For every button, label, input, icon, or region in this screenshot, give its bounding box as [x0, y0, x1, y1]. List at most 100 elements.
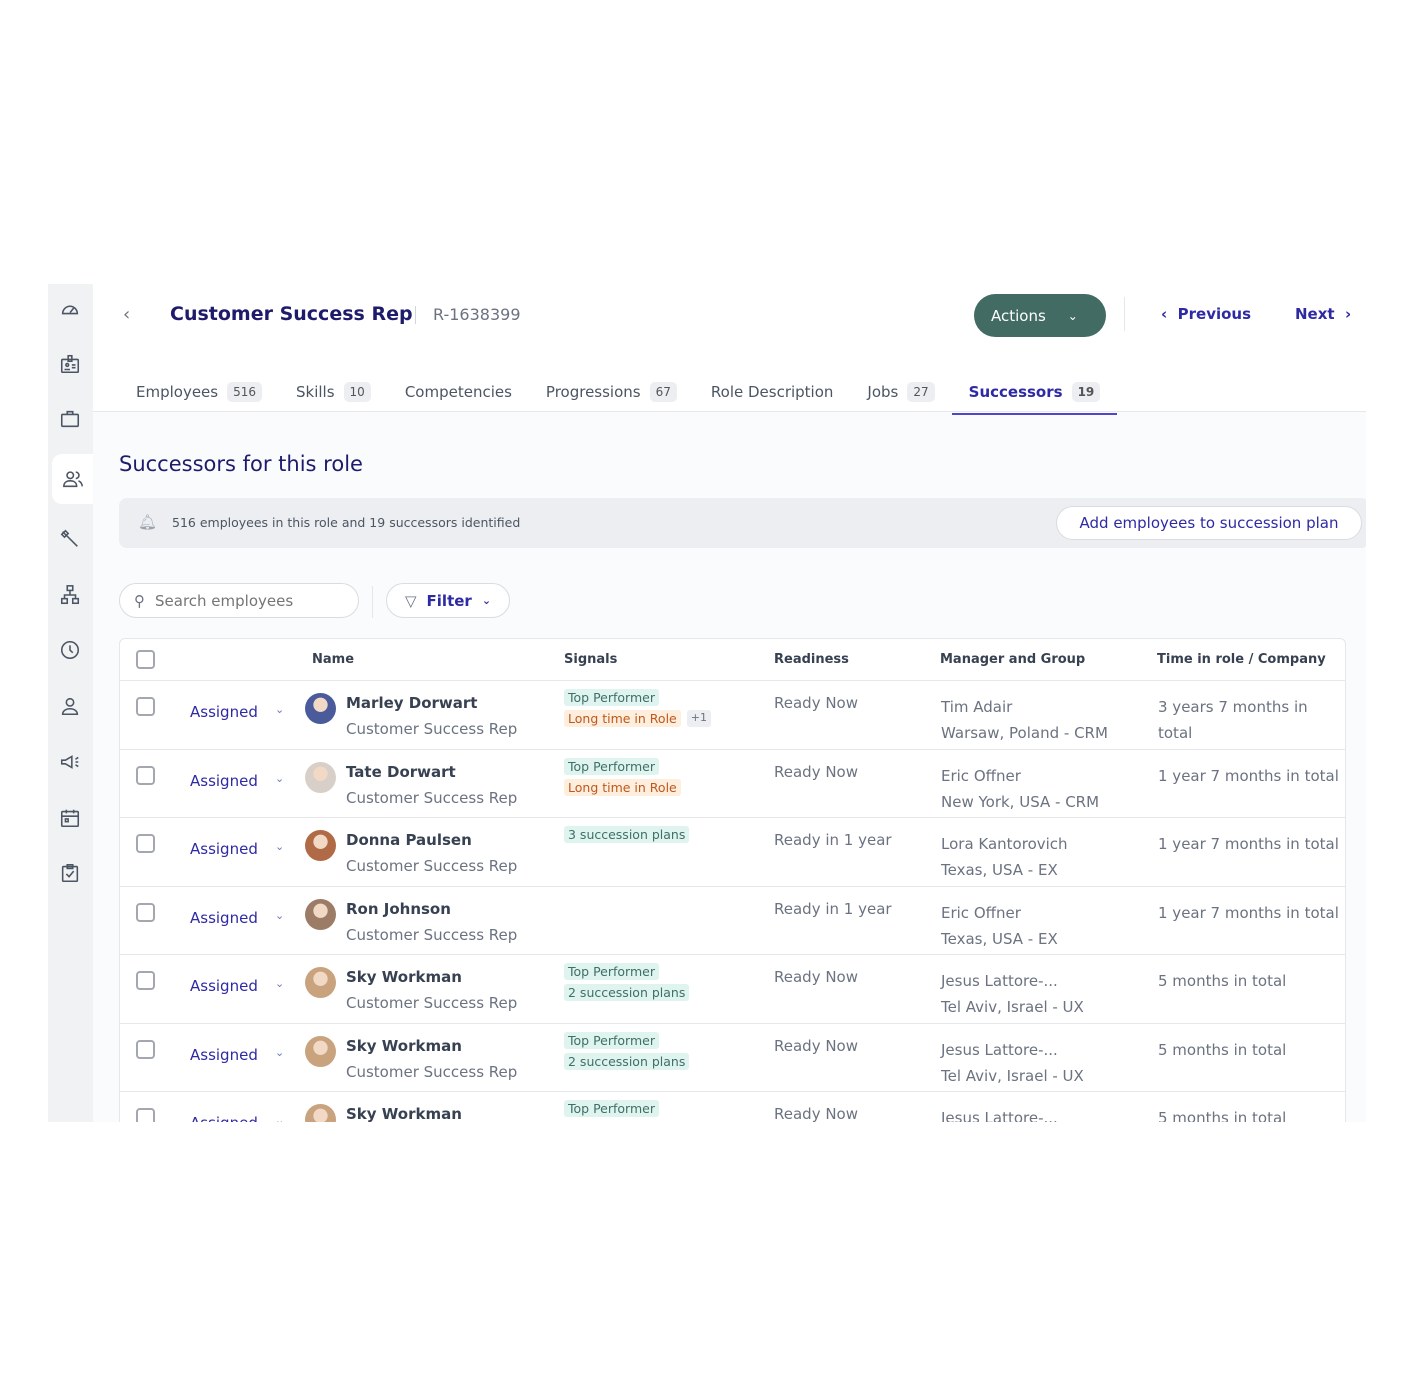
- gauge-icon: [61, 305, 79, 315]
- sidebar-item-dashboard[interactable]: [50, 286, 90, 332]
- status-dropdown[interactable]: Assigned: [190, 909, 258, 927]
- search-input[interactable]: [155, 591, 335, 610]
- manager-group: Eric Offner New York, USA - CRM: [941, 763, 1099, 815]
- status-dropdown[interactable]: Assigned: [190, 1114, 258, 1122]
- sidebar-item-people[interactable]: [52, 454, 93, 504]
- group: Tel Aviv, Israel - UX: [941, 1066, 1084, 1085]
- tab-progressions[interactable]: Progressions 67: [546, 380, 677, 404]
- employee-role: Customer Success Rep: [346, 1062, 518, 1081]
- search-box[interactable]: ⚲: [119, 583, 359, 618]
- chevron-down-icon[interactable]: ⌄: [275, 772, 284, 785]
- sidebar-item-tasks[interactable]: [50, 850, 90, 896]
- sidebar-item-tools[interactable]: [50, 516, 90, 562]
- employee-name[interactable]: Ron Johnson: [346, 900, 451, 918]
- signal-wrap: Top Performer: [564, 689, 659, 706]
- divider: [415, 306, 416, 324]
- avatar: [305, 898, 336, 930]
- tab-label: Competencies: [404, 383, 512, 401]
- tab-jobs[interactable]: Jobs 27: [867, 380, 935, 404]
- chevron-down-icon[interactable]: ⌄: [275, 1114, 284, 1122]
- actions-button[interactable]: Actions ⌄: [974, 294, 1106, 337]
- signal-wrap: 2 succession plans: [564, 1052, 690, 1070]
- tab-role-description[interactable]: Role Description: [711, 380, 834, 404]
- column-time[interactable]: Time in role / Company: [1157, 652, 1326, 667]
- clock-icon: [60, 640, 80, 660]
- chevron-right-icon: ›: [1345, 305, 1352, 323]
- next-button[interactable]: Next ›: [1295, 305, 1351, 323]
- employee-name[interactable]: Tate Dorwart: [346, 763, 456, 781]
- row-checkbox[interactable]: [136, 971, 155, 990]
- more-signals-badge[interactable]: +1: [686, 710, 711, 727]
- status-dropdown[interactable]: Assigned: [190, 772, 258, 790]
- employee-name[interactable]: Sky Workman: [346, 1105, 462, 1122]
- tab-competencies[interactable]: Competencies: [405, 380, 512, 404]
- sidebar-item-calendar[interactable]: [50, 795, 90, 841]
- readiness: Ready Now: [774, 968, 859, 986]
- table-row: Assigned ⌄ Donna Paulsen Customer Success R…: [120, 818, 1345, 887]
- manager-group: Jesus Lattore-...Tel Aviv, Israel - UX: [941, 1105, 1084, 1122]
- sidebar-item-history[interactable]: [50, 627, 90, 673]
- page-title: Customer Success Rep: [170, 303, 413, 325]
- users-icon: [62, 471, 83, 488]
- row-checkbox[interactable]: [136, 834, 155, 853]
- back-chevron-icon[interactable]: ‹: [123, 304, 130, 325]
- employee-name[interactable]: Donna Paulsen: [346, 831, 472, 849]
- row-checkbox[interactable]: [136, 697, 155, 716]
- group: Warsaw, Poland - CRM: [941, 724, 1108, 742]
- status-dropdown[interactable]: Assigned: [190, 1046, 258, 1064]
- briefcase-icon: [60, 410, 80, 428]
- tab-label: Employees: [136, 383, 219, 401]
- chevron-down-icon[interactable]: ⌄: [275, 909, 284, 922]
- chevron-down-icon[interactable]: ⌄: [275, 703, 284, 716]
- filter-icon: ▽: [405, 591, 417, 610]
- manager-group: Jesus Lattore-...Tel Aviv, Israel - UX: [941, 1037, 1084, 1089]
- tab-employees[interactable]: Employees 516: [136, 380, 263, 404]
- employee-name[interactable]: Sky Workman: [346, 1037, 462, 1055]
- tab-count-badge: 10: [343, 382, 371, 402]
- tab-successors[interactable]: Successors 19: [951, 380, 1117, 415]
- chevron-left-icon: ‹: [1161, 305, 1168, 323]
- row-checkbox[interactable]: [136, 1108, 155, 1122]
- filter-button[interactable]: ▽ Filter ⌄: [386, 583, 510, 618]
- column-manager[interactable]: Manager and Group: [940, 652, 1085, 667]
- employee-name[interactable]: Marley Dorwart: [346, 694, 477, 712]
- table-row: Assigned ⌄ Sky Workman Customer Success Rep…: [120, 955, 1345, 1024]
- page-header: ‹ Customer Success Rep R-1638399 Actions…: [93, 284, 1366, 415]
- group: New York, USA - CRM: [941, 792, 1100, 811]
- signals: Top Performer 2 succession plans: [564, 963, 690, 1001]
- signal-wrap: Top Performer: [564, 1031, 659, 1049]
- status-dropdown[interactable]: Assigned: [190, 703, 258, 721]
- select-all-checkbox[interactable]: [136, 650, 155, 669]
- status-dropdown[interactable]: Assigned: [190, 840, 258, 858]
- sidebar: [48, 284, 93, 1122]
- tab-skills[interactable]: Skills 10: [296, 380, 371, 404]
- manager-name: Eric Offner: [941, 766, 1021, 785]
- column-name[interactable]: Name: [312, 652, 354, 667]
- row-checkbox[interactable]: [136, 1039, 155, 1059]
- table-row: Assigned ⌄ Sky Workman Customer Success Rep…: [120, 1024, 1345, 1092]
- add-employees-button[interactable]: Add employees to succession plan: [1056, 506, 1362, 540]
- sidebar-item-profile[interactable]: [50, 683, 90, 729]
- readiness: Ready Now: [774, 762, 859, 781]
- signals: Top Performer Long time in Role +1: [564, 689, 711, 727]
- sidebar-item-announcements[interactable]: [50, 739, 90, 785]
- avatar: [305, 967, 336, 998]
- user-icon: [61, 697, 79, 716]
- column-readiness[interactable]: Readiness: [774, 652, 849, 667]
- row-checkbox[interactable]: [136, 902, 155, 922]
- column-signals[interactable]: Signals: [564, 652, 617, 667]
- sidebar-item-id-card[interactable]: [50, 341, 90, 387]
- readiness: Ready Now: [774, 1036, 859, 1055]
- sidebar-item-jobs[interactable]: [50, 396, 90, 442]
- time-in-role: 5 months in total: [1158, 1109, 1287, 1122]
- employee-name[interactable]: Sky Workman: [346, 968, 462, 986]
- signal-chip: Top Performer: [564, 757, 659, 775]
- row-checkbox[interactable]: [136, 765, 155, 785]
- sidebar-item-org[interactable]: [50, 572, 90, 618]
- chevron-down-icon[interactable]: ⌄: [275, 840, 284, 853]
- previous-button[interactable]: ‹ Previous: [1161, 305, 1251, 323]
- time-in-role: 1 year 7 months in total: [1158, 903, 1339, 922]
- status-dropdown[interactable]: Assigned: [190, 977, 258, 995]
- chevron-down-icon[interactable]: ⌄: [275, 977, 284, 990]
- chevron-down-icon[interactable]: ⌄: [275, 1046, 284, 1059]
